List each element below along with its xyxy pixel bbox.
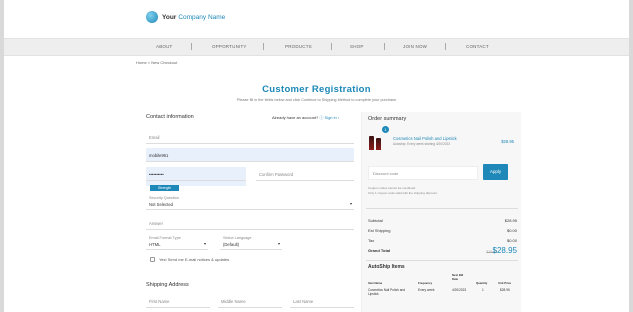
- nav-divider: [384, 43, 385, 50]
- nav-item-contact[interactable]: CONTACT: [466, 44, 489, 49]
- company-logo[interactable]: Your Company Name: [146, 11, 225, 23]
- cart-item: 1 Cosmetics Nail Polish and Lipstick Aut…: [366, 126, 518, 154]
- logo-brand-rest: Company Name: [178, 13, 226, 21]
- shipping-address-heading: Shipping Address: [146, 282, 189, 288]
- shipping-value: $0.00: [506, 228, 517, 233]
- already-account-label: Already have an account?: [272, 115, 319, 120]
- answer-field[interactable]: Answer: [146, 216, 354, 230]
- page: Your Company Name ABOUT OPPORTUNITY PRODU…: [4, 0, 629, 312]
- nav-divider: [263, 43, 264, 50]
- quantity-badge: 1: [382, 126, 389, 133]
- site-header: Your Company Name: [4, 0, 629, 38]
- nav-item-join-now[interactable]: JOIN NOW: [403, 44, 427, 49]
- email-format-label: Email Format Type: [149, 236, 181, 240]
- grand-total-label: Grand Total: [368, 248, 391, 253]
- chevron-down-icon: ▾: [349, 201, 352, 206]
- contact-info-heading: Contact information: [146, 114, 194, 120]
- language-label: Select Language: [223, 236, 252, 240]
- apply-discount-button[interactable]: Apply: [483, 164, 508, 180]
- summary-divider: [366, 208, 518, 209]
- table-cell: 1: [482, 288, 484, 292]
- nail-polish-bottle-icon: [369, 136, 374, 150]
- table-header: Next Bill Date: [452, 273, 464, 281]
- subtotal-label: Subtotal: [368, 218, 383, 223]
- nav-item-shop[interactable]: SHOP: [350, 44, 364, 49]
- table-cell: $28.95: [500, 288, 510, 292]
- tax-value: $0.00: [506, 238, 517, 243]
- nav-item-products[interactable]: PRODUCTS: [285, 44, 312, 49]
- email-field[interactable]: Email: [146, 130, 354, 144]
- product-price: $28.95: [501, 139, 514, 144]
- coupon-note-line: Only 1 coupon code valid with the shippi…: [368, 190, 438, 195]
- chevron-right-icon: ›: [337, 115, 340, 120]
- order-summary-panel: Order summary 1 Cosmetics Nail Polish an…: [361, 112, 521, 312]
- logo-text: Your Company Name: [162, 14, 225, 21]
- tax-label: Tax: [368, 238, 375, 243]
- table-header: Quantity: [476, 281, 488, 285]
- coupon-note: Coupon codes cannot be combined. Only 1 …: [368, 186, 438, 195]
- username-field[interactable]: mobile961: [146, 148, 354, 162]
- page-subtitle: Please fill in the fields below and clic…: [236, 98, 397, 102]
- subtotal-value: $28.95: [504, 218, 517, 223]
- chevron-down-icon: ▾: [277, 241, 280, 246]
- breadcrumb[interactable]: Home > New Checkout: [136, 60, 177, 65]
- lipstick-icon: [376, 138, 381, 150]
- security-question-value: Not Selected: [149, 202, 173, 207]
- main-nav: ABOUT OPPORTUNITY PRODUCTS SHOP JOIN NOW…: [4, 38, 629, 56]
- summary-divider: [366, 260, 518, 261]
- language-select[interactable]: Select Language (Default) ▾: [220, 234, 282, 250]
- page-title: Customer Registration: [262, 84, 371, 95]
- email-updates-checkbox[interactable]: [150, 257, 155, 262]
- email-updates-label: Yes! Send me E-mail notices & updates: [159, 257, 230, 262]
- email-format-value: HTML: [149, 242, 161, 247]
- order-summary-heading: Order summary: [368, 116, 407, 122]
- table-cell: 4/20/2023: [452, 288, 467, 292]
- product-image: [369, 132, 383, 150]
- nav-divider: [445, 43, 446, 50]
- table-header: Item Name: [368, 281, 383, 285]
- language-value: (Default): [223, 242, 240, 247]
- chevron-down-icon: ▾: [203, 241, 206, 246]
- logo-brand-bold: Your: [162, 13, 177, 21]
- product-name[interactable]: Cosmetics Nail Polish and Lipstick: [393, 136, 457, 141]
- email-format-select[interactable]: Email Format Type HTML ▾: [146, 234, 208, 250]
- autoship-items-heading: AutoShip Items: [368, 264, 405, 270]
- first-name-field[interactable]: First Name: [146, 294, 210, 308]
- security-question-label: Security Question: [149, 196, 179, 200]
- logo-mark-icon: [146, 11, 158, 23]
- grand-total-value: $28.95: [492, 246, 517, 255]
- confirm-password-field[interactable]: Confirm Password: [256, 167, 354, 181]
- product-autoship-note: Autoship: Every week starting 4/20/2023: [393, 142, 451, 146]
- already-account-text: Already have an account? ⓘ Sign in ›: [272, 115, 339, 121]
- sign-in-link[interactable]: Sign in: [325, 115, 337, 120]
- table-header: Frequency: [418, 281, 433, 285]
- nav-divider: [191, 43, 192, 50]
- table-cell: Every week: [418, 288, 435, 292]
- last-name-field[interactable]: Last Name: [290, 294, 354, 308]
- discount-code-input[interactable]: Discount code: [368, 166, 478, 180]
- nav-divider: [331, 43, 332, 50]
- shipping-label: Est Shipping: [368, 228, 391, 233]
- security-question-select[interactable]: Security Question Not Selected ▾: [146, 194, 354, 210]
- middle-name-field[interactable]: Middle Name: [218, 294, 282, 308]
- password-strength-badge: Strength: [150, 185, 180, 191]
- nav-item-opportunity[interactable]: OPPORTUNITY: [212, 44, 247, 49]
- nav-item-about[interactable]: ABOUT: [156, 44, 173, 49]
- table-header: Unit Price: [498, 281, 512, 285]
- password-field[interactable]: ••••••••••: [146, 167, 246, 181]
- table-cell: Cosmetics Nail Polish and Lipstick: [368, 288, 406, 296]
- info-icon: ⓘ: [319, 115, 324, 120]
